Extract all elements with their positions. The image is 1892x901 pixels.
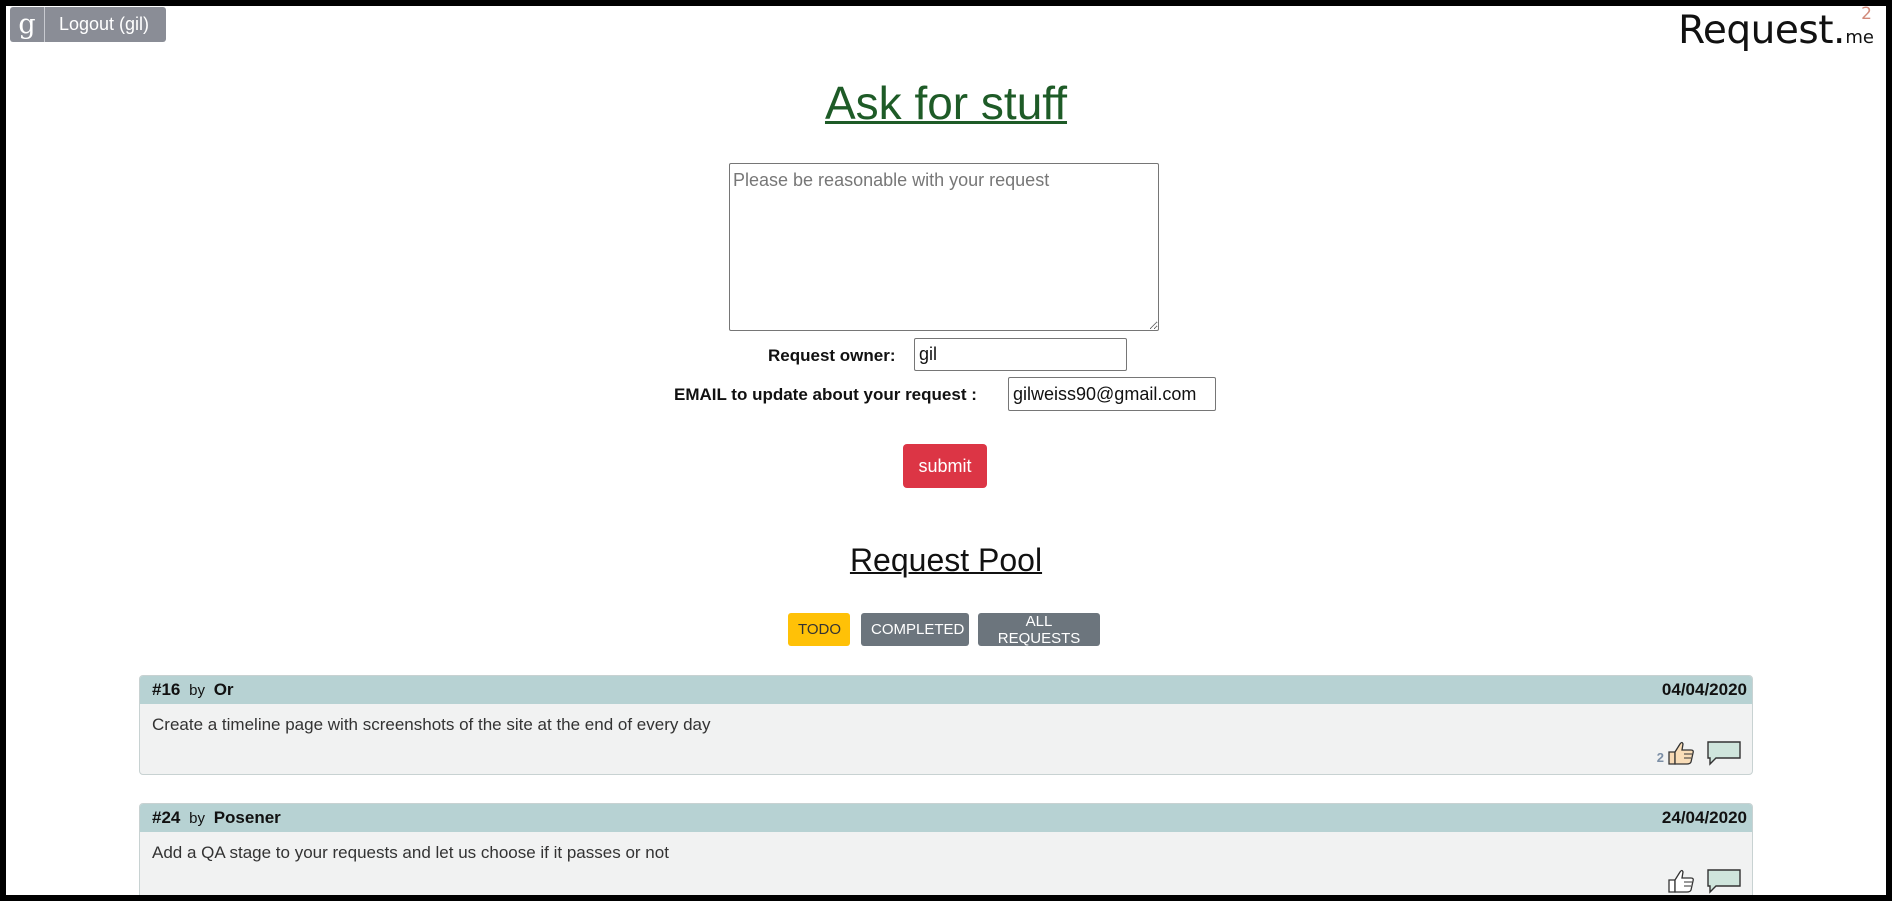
request-by: by [189,810,205,827]
google-icon: g [10,7,45,42]
request-card-body: Add a QA stage to your requests and let … [140,832,1752,895]
request-id: #16 [152,680,181,699]
filter-all-requests-button[interactable]: ALL REQUESTS [978,613,1100,647]
page-title: Ask for stuff [824,77,1068,129]
filter-completed-button[interactable]: COMPLETED [861,613,969,646]
request-meta: #16 by Or [152,680,234,700]
brand-name: Request [1678,8,1833,53]
logout-label: Logout (gil) [59,14,150,34]
submit-button[interactable]: submit [903,444,987,488]
request-text: Add a QA stage to your requests and let … [152,843,669,862]
request-id: #24 [152,808,181,827]
request-actions: 2 [1657,740,1742,766]
brand-logo[interactable]: Request.me 2 [1678,6,1874,53]
thumbs-up-icon[interactable] [1666,868,1696,894]
speech-bubble-icon[interactable] [1706,868,1742,894]
request-card-body: Create a timeline page with screenshots … [140,704,1752,774]
request-actions [1664,868,1742,894]
owner-label: Request owner: [768,346,896,365]
request-meta: #24 by Posener [152,808,281,828]
thumbs-up-icon[interactable] [1666,740,1696,766]
request-author: Or [213,680,234,699]
page: g Logout (gil) Request.me 2 Ask for stuf… [6,6,1886,895]
request-card: #24 by Posener 24/04/2020 Add a QA stage… [139,803,1753,895]
request-date: 24/04/2020 [1661,808,1747,827]
request-pool-title: Request Pool [849,542,1043,578]
like-count: 2 [1656,750,1664,765]
email-input[interactable] [1008,377,1216,411]
brand-suffix: me [1845,27,1874,48]
filter-todo-button[interactable]: TODO [788,613,850,646]
request-by: by [189,682,205,699]
owner-input[interactable] [914,338,1127,371]
request-author: Posener [213,808,281,827]
brand-superscript: 2 [1861,6,1872,24]
request-text: Create a timeline page with screenshots … [152,715,711,734]
request-textarea[interactable] [729,163,1159,331]
email-label: EMAIL to update about your request : [674,385,977,404]
logout-button[interactable]: g Logout (gil) [10,7,166,42]
request-card: #16 by Or 04/04/2020 Create a timeline p… [139,675,1753,775]
brand-dot: . [1832,8,1846,53]
request-card-header: #16 by Or 04/04/2020 [140,676,1752,704]
speech-bubble-icon[interactable] [1706,740,1742,766]
request-date: 04/04/2020 [1661,680,1747,699]
request-card-header: #24 by Posener 24/04/2020 [140,804,1752,832]
